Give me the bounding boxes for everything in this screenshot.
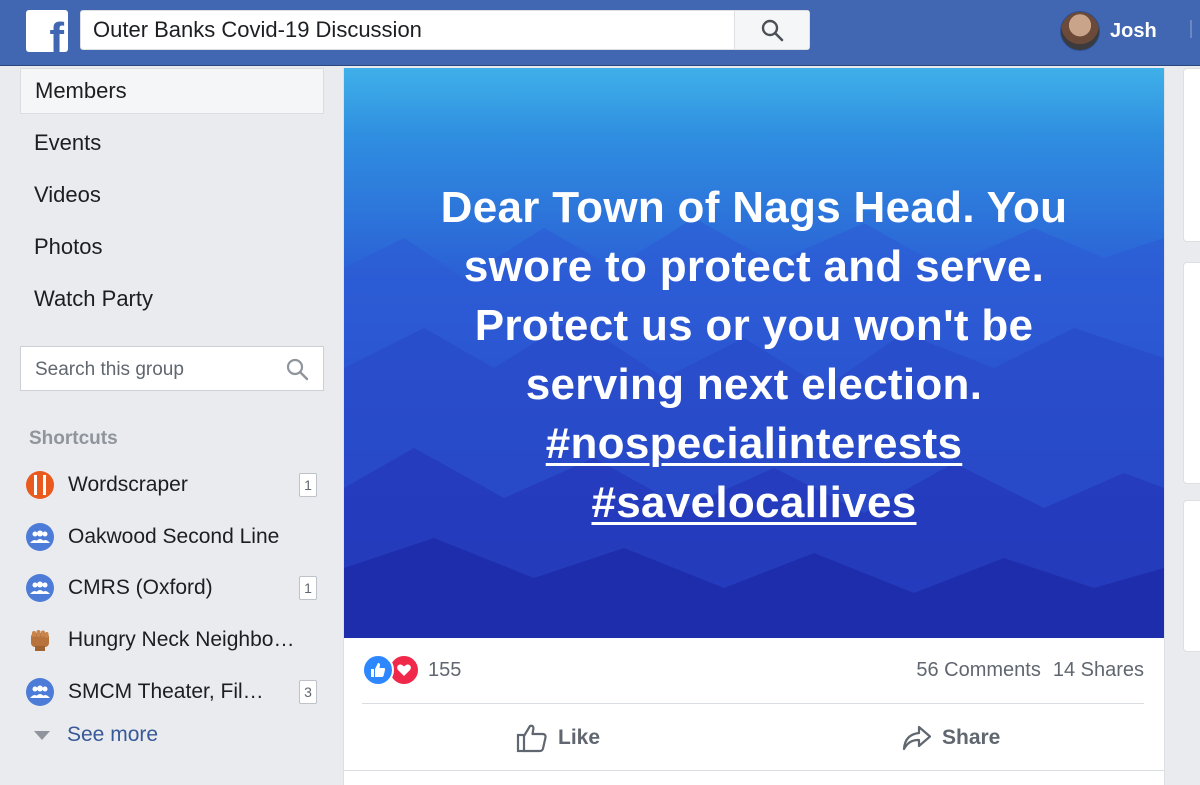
group-search (20, 346, 324, 392)
reaction-count: 155 (428, 658, 462, 681)
reactions-summary[interactable]: 155 (362, 654, 461, 686)
nav-item-photos[interactable]: Photos (20, 224, 324, 270)
group-icon (26, 574, 54, 602)
like-reaction-icon (362, 654, 394, 686)
right-column-card (1183, 68, 1200, 242)
share-button[interactable]: Share (902, 718, 1000, 758)
comments-count-link[interactable]: 56 Comments (916, 659, 1041, 681)
nav-item-events[interactable]: Events (20, 120, 324, 166)
like-button[interactable]: Like (516, 718, 600, 758)
global-search-input[interactable] (81, 11, 755, 49)
shortcut-label: Oakwood Second Line (68, 525, 280, 548)
nav-item-members[interactable]: Members (20, 68, 324, 114)
hashtag-link[interactable]: #nospecialinterests (344, 414, 1164, 473)
divider (362, 703, 1144, 704)
shortcut-oakwood-second-line[interactable]: Oakwood Second Line (26, 517, 321, 557)
chevron-down-icon (34, 730, 50, 740)
shortcut-cmrs-oxford[interactable]: CMRS (Oxford) 1 (26, 568, 321, 608)
fist-icon (26, 626, 54, 654)
group-icon (26, 523, 54, 551)
notification-badge: 1 (299, 473, 317, 497)
right-column-card (1183, 500, 1200, 652)
share-arrow-icon (902, 725, 932, 751)
shortcut-label: Wordscraper (68, 473, 188, 496)
wordscraper-icon (26, 471, 54, 499)
avatar (1060, 11, 1100, 51)
see-more-label: See more (67, 723, 159, 746)
post-text: Dear Town of Nags Head. You swore to pro… (344, 178, 1164, 532)
post-text-line: Dear Town of Nags Head. You (440, 183, 1068, 232)
search-icon[interactable] (285, 357, 309, 381)
shortcuts-heading: Shortcuts (29, 428, 118, 449)
nav-item-watch-party[interactable]: Watch Party (20, 276, 324, 322)
user-name: Josh (1110, 19, 1157, 42)
search-icon (761, 19, 784, 42)
nav-item-videos[interactable]: Videos (20, 172, 324, 218)
shares-count-link[interactable]: 14 Shares (1053, 659, 1144, 681)
right-column-card (1183, 262, 1200, 484)
group-search-input[interactable] (21, 347, 287, 392)
hashtag-link[interactable]: #savelocallives (344, 473, 1164, 532)
topbar-divider (1190, 20, 1200, 38)
profile-link[interactable]: Josh (1060, 11, 1157, 51)
share-label: Share (942, 726, 1001, 749)
shortcut-label: CMRS (Oxford) (68, 576, 213, 599)
post-text-line: serving next election. (525, 360, 983, 409)
global-search (80, 10, 810, 50)
divider (344, 770, 1164, 771)
group-icon (26, 678, 54, 706)
facebook-logo-icon[interactable]: f (26, 10, 68, 52)
post-stats: 56 Comments 14 Shares (916, 659, 1144, 682)
like-label: Like (558, 726, 601, 749)
shortcut-smcm-theater[interactable]: SMCM Theater, Film,... 3 (26, 672, 321, 712)
shortcut-label: Hungry Neck Neighborh... (68, 628, 298, 651)
post-image[interactable]: Dear Town of Nags Head. You swore to pro… (344, 68, 1164, 638)
group-nav: Members Events Videos Photos Watch Party (20, 68, 324, 328)
thumbs-up-icon (516, 724, 547, 753)
see-more-link[interactable]: See more (34, 723, 158, 747)
shortcut-wordscraper[interactable]: Wordscraper 1 (26, 465, 321, 505)
shortcut-hungry-neck[interactable]: Hungry Neck Neighborh... (26, 620, 321, 660)
search-button[interactable] (734, 11, 809, 49)
top-bar: f Josh (0, 0, 1200, 66)
shortcut-label: SMCM Theater, Film,... (68, 680, 278, 703)
post-card: Dear Town of Nags Head. You swore to pro… (343, 68, 1165, 785)
notification-badge: 3 (299, 680, 317, 704)
post-text-line: Protect us or you won't be (474, 301, 1034, 350)
notification-badge: 1 (299, 576, 317, 600)
post-text-line: swore to protect and serve. (463, 242, 1045, 291)
